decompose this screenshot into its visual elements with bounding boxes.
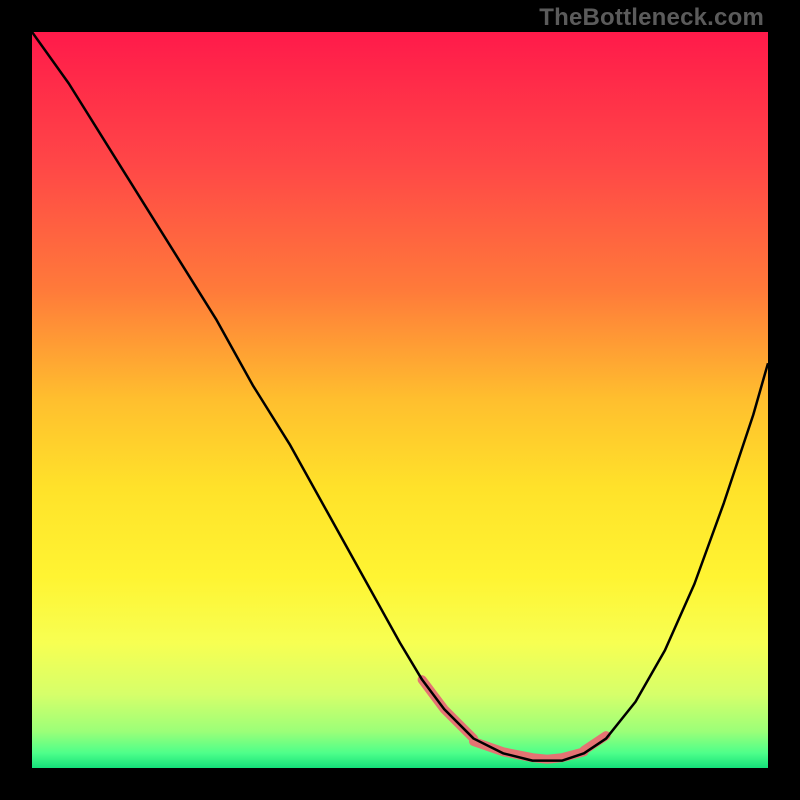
watermark-text: TheBottleneck.com (539, 4, 764, 32)
plot-area (32, 32, 768, 768)
highlight-segment (584, 736, 606, 751)
curve-layer (32, 32, 768, 768)
chart-frame: TheBottleneck.com (0, 0, 800, 800)
curve-path (32, 32, 768, 761)
highlight-segment (474, 742, 584, 760)
